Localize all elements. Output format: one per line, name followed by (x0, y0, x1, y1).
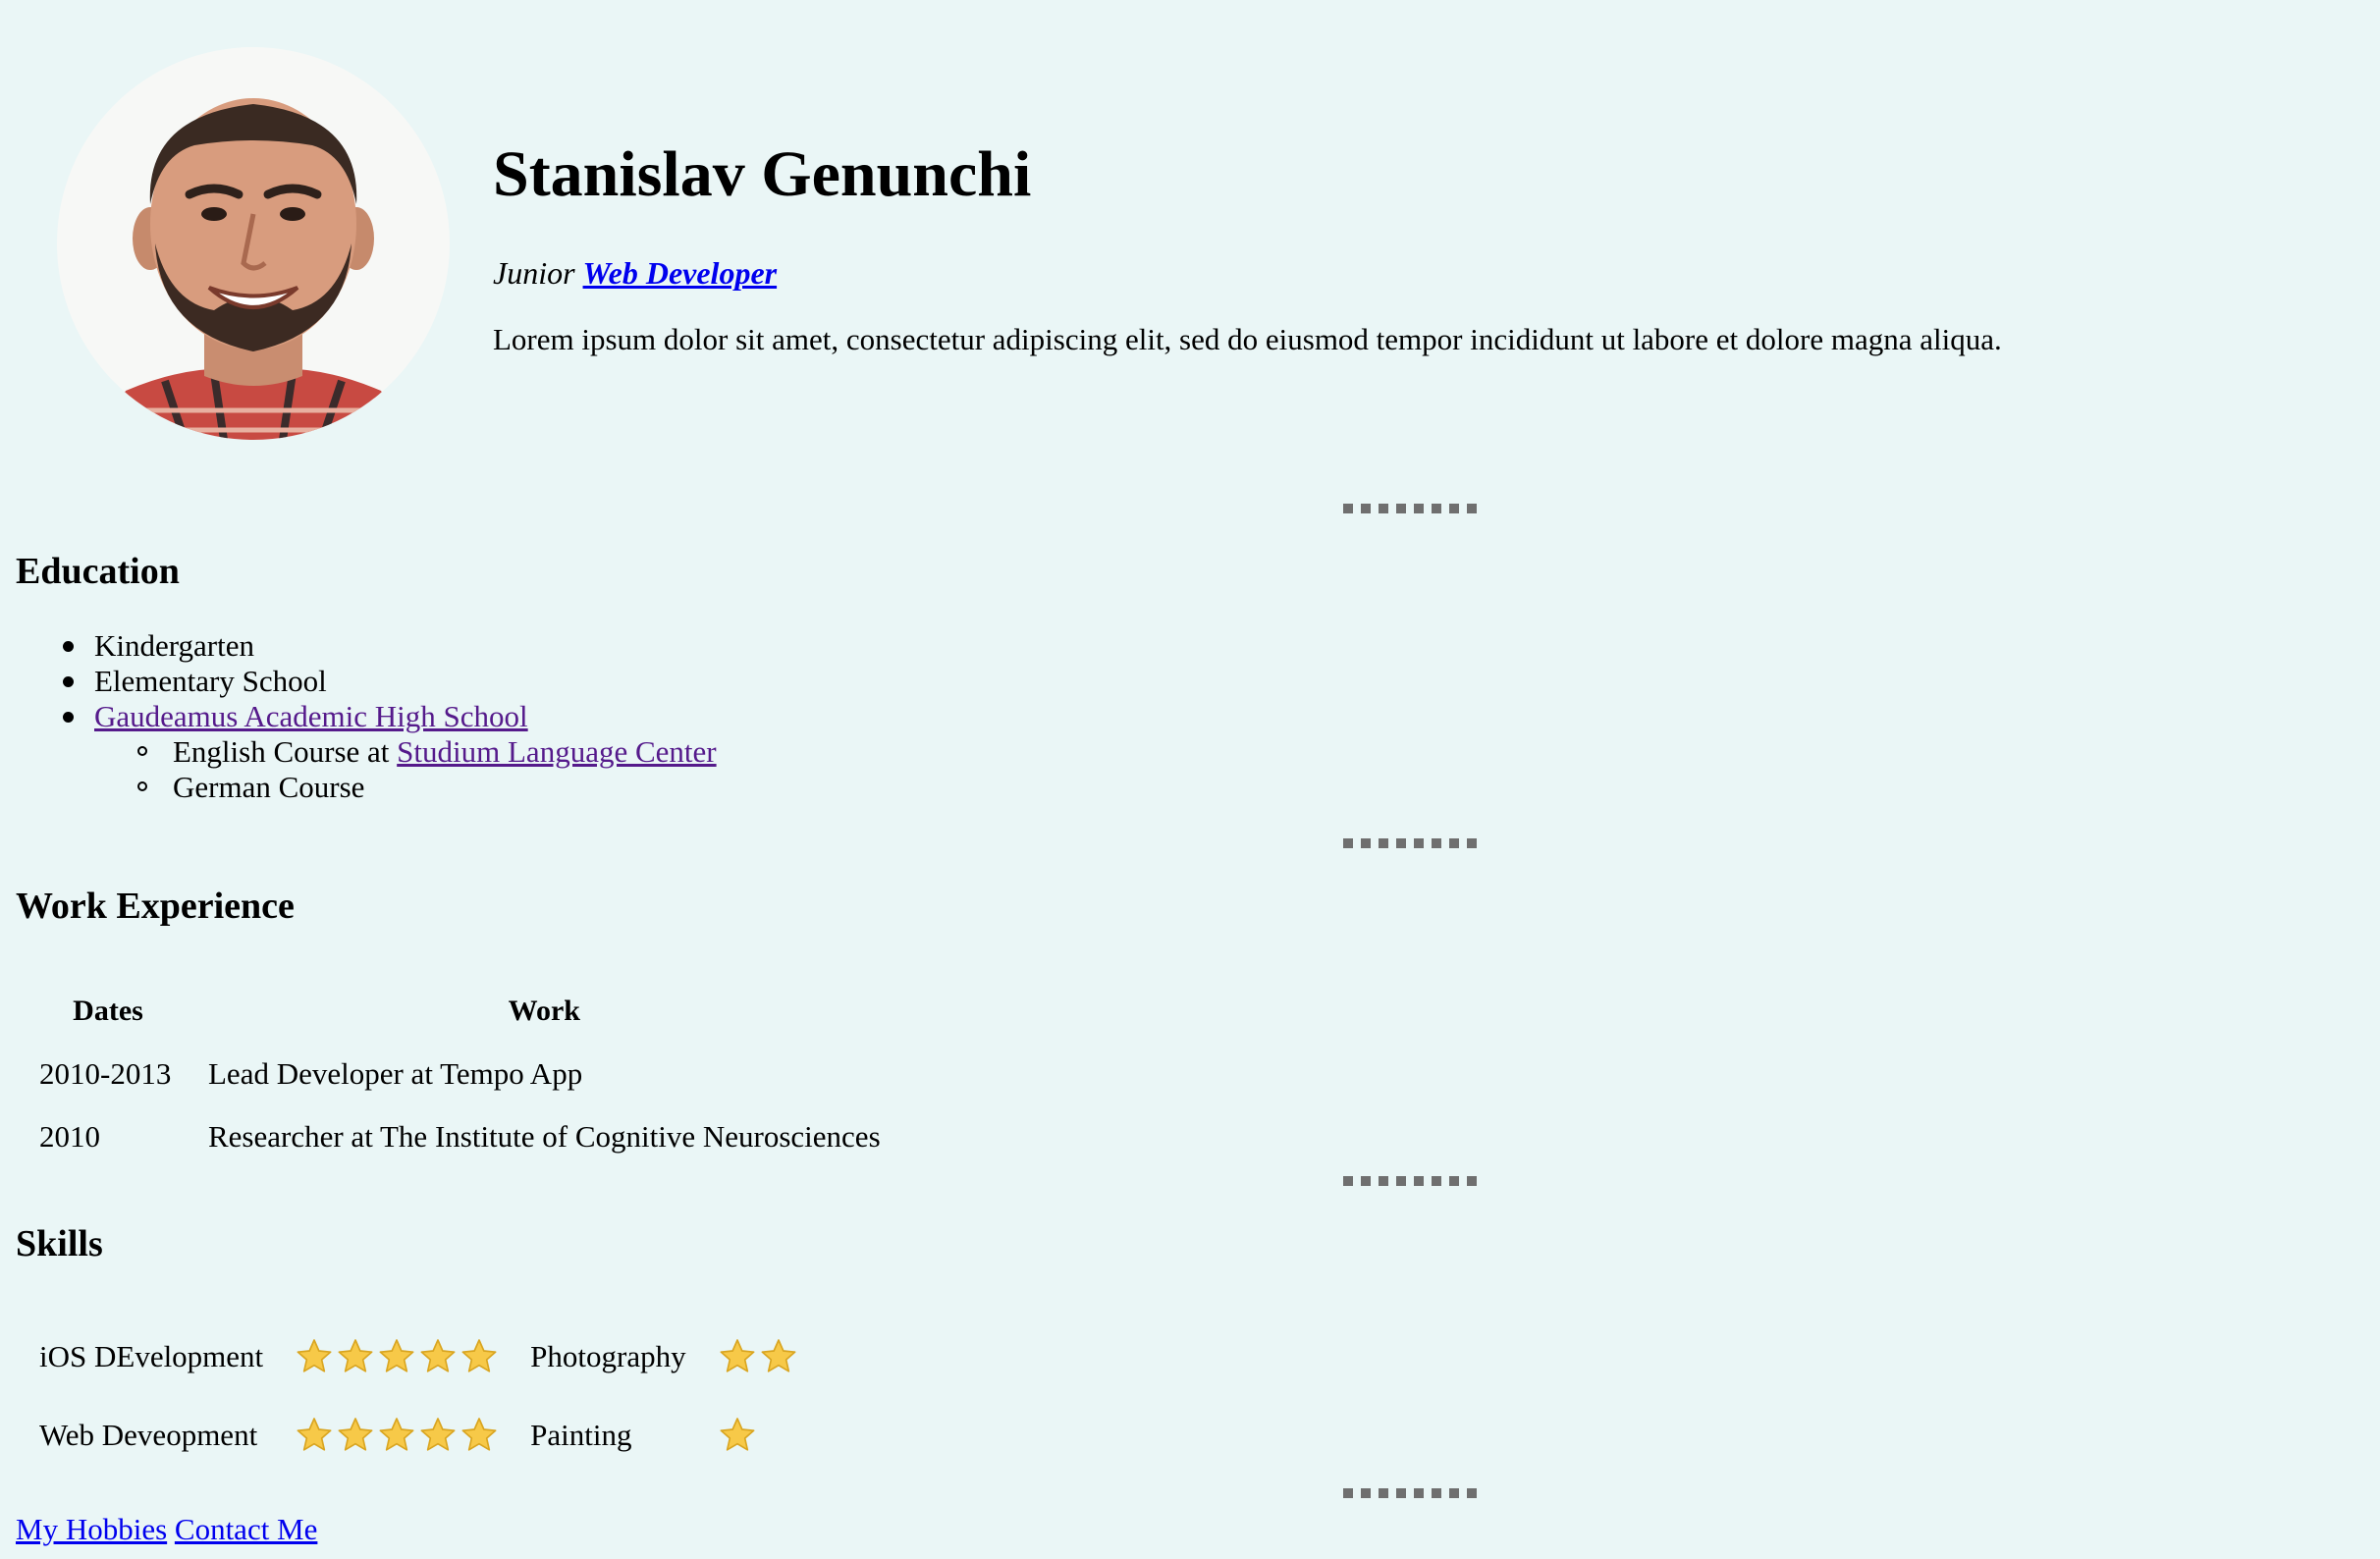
star-icon (720, 1339, 755, 1373)
high-school-link[interactable]: Gaudeamus Academic High School (94, 699, 528, 733)
skill-name: iOS DEvelopment (39, 1339, 264, 1373)
star-icon (461, 1418, 497, 1452)
column-header-work: Work (508, 995, 580, 1027)
web-developer-link[interactable]: Web Developer (583, 255, 778, 291)
star-icon (297, 1418, 332, 1452)
star-icon (379, 1339, 414, 1373)
table-cell-dates: 2010-2013 (39, 1056, 172, 1091)
skill-rating (704, 1319, 812, 1394)
section-divider (1343, 1176, 1477, 1186)
section-divider (1343, 504, 1477, 513)
page-title: Stanislav Genunchi (493, 138, 1032, 210)
skill-name: Painting (530, 1418, 632, 1452)
skills-table: iOS DEvelopment Photography Web Deveopme… (22, 1316, 816, 1477)
list-item: English Course at Studium Language Cente… (16, 734, 717, 770)
table-cell-work: Researcher at The Institute of Cognitive… (208, 1119, 881, 1154)
star-icon (297, 1339, 332, 1373)
skills-heading: Skills (16, 1223, 103, 1264)
work-experience-heading: Work Experience (16, 886, 295, 927)
skill-name: Photography (530, 1339, 686, 1373)
table-row: 2010-2013 Lead Developer at Tempo App (26, 1045, 894, 1103)
star-icon (338, 1418, 373, 1452)
education-list: Kindergarten Elementary School Gaudeamus… (16, 628, 717, 805)
section-divider (1343, 1488, 1477, 1498)
work-experience-table: Dates Work 2010-2013 Lead Developer at T… (22, 978, 898, 1170)
footer-links: My Hobbies Contact Me (16, 1512, 317, 1547)
list-item: Elementary School (16, 664, 717, 699)
education-sublist: English Course at Studium Language Cente… (94, 734, 717, 805)
table-cell-work: Lead Developer at Tempo App (208, 1056, 583, 1091)
star-icon (761, 1339, 796, 1373)
job-title-prefix: Junior (493, 255, 575, 291)
section-divider (1343, 838, 1477, 848)
language-center-link[interactable]: Studium Language Center (397, 734, 716, 769)
profile-photo (57, 47, 450, 440)
skill-name: Web Deveopment (39, 1418, 258, 1452)
table-row: Web Deveopment Painting (26, 1398, 812, 1473)
english-course-label: English Course at (173, 734, 390, 769)
bio-text: Lorem ipsum dolor sit amet, consectetur … (493, 322, 2002, 356)
profile-photo-image (57, 47, 450, 440)
table-row: 2010 Researcher at The Institute of Cogn… (26, 1107, 894, 1166)
star-icon (720, 1418, 755, 1452)
star-icon (379, 1418, 414, 1452)
my-hobbies-link[interactable]: My Hobbies (16, 1512, 167, 1546)
list-item: German Course (16, 770, 717, 805)
list-item: Gaudeamus Academic High School English C… (16, 699, 717, 805)
skill-rating (704, 1398, 812, 1473)
skill-rating (281, 1319, 513, 1394)
contact-me-link[interactable]: Contact Me (175, 1512, 318, 1546)
table-row: iOS DEvelopment Photography (26, 1319, 812, 1394)
star-icon (420, 1418, 456, 1452)
education-heading: Education (16, 551, 180, 592)
star-icon (461, 1339, 497, 1373)
list-item: Kindergarten (16, 628, 717, 664)
job-title: Junior Web Developer (493, 255, 777, 292)
star-icon (420, 1339, 456, 1373)
table-cell-dates: 2010 (39, 1119, 100, 1154)
star-icon (338, 1339, 373, 1373)
skill-rating (281, 1398, 513, 1473)
column-header-dates: Dates (73, 995, 143, 1027)
